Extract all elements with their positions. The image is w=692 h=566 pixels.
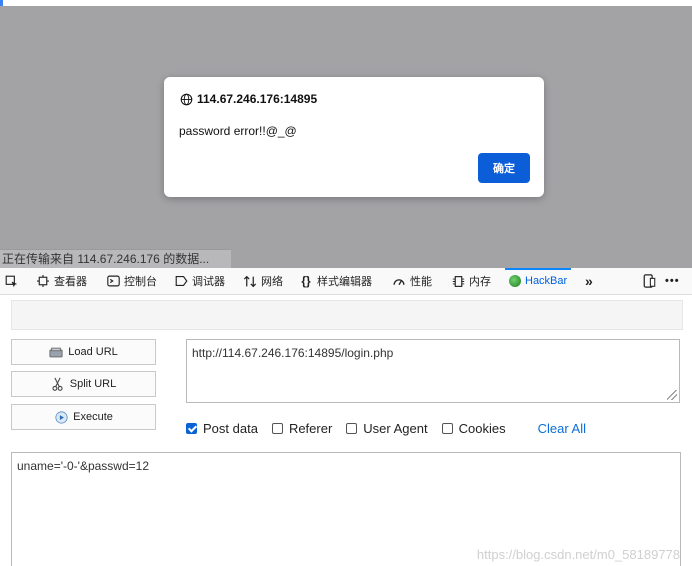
memory-icon (451, 274, 465, 288)
more-tabs-icon[interactable]: » (585, 268, 593, 294)
clear-all-link[interactable]: Clear All (538, 421, 586, 436)
tab-label: 控制台 (124, 276, 157, 288)
devtools-toolbar: 查看器 控制台 调试器 网络 {} 样式编辑器 性能 内存 HackBar » … (0, 268, 692, 295)
checkbox-label: Post data (203, 420, 258, 436)
execute-button[interactable]: Execute (11, 404, 156, 430)
checkbox-label: User Agent (363, 420, 428, 436)
ok-button[interactable]: 确定 (478, 153, 530, 183)
checkbox-box (346, 422, 358, 434)
hackbar-menu-bar (11, 300, 683, 330)
globe-icon (179, 92, 193, 106)
tab-label: 性能 (410, 276, 432, 288)
performance-icon (392, 274, 406, 288)
tab-debugger[interactable]: 调试器 (174, 268, 225, 294)
checkbox-label: Referer (288, 420, 333, 436)
post-data-checkbox[interactable]: Post data (186, 421, 258, 436)
console-icon (106, 274, 120, 288)
load-url-button[interactable]: Load URL (11, 339, 156, 365)
post-data-value: uname='-0-'&passwd=12 (17, 459, 149, 473)
tab-label: 查看器 (54, 276, 87, 288)
checkbox-label: Cookies (458, 420, 506, 436)
status-bar: 正在传输来自 114.67.246.176 的数据... (0, 249, 232, 268)
hackbar-icon (509, 275, 521, 287)
options-row: Post data Referer User Agent Cookies Cle… (186, 419, 586, 437)
page-content-area: 114.67.246.176:14895 password error!!@_@… (0, 0, 692, 268)
page-top-strip (0, 0, 692, 6)
execute-label: Execute (73, 411, 113, 423)
dialog-origin: 114.67.246.176:14895 (179, 92, 317, 106)
watermark: https://blog.csdn.net/m0_58189778 (476, 547, 680, 562)
responsive-mode-icon[interactable] (643, 268, 656, 294)
user-agent-checkbox[interactable]: User Agent (346, 420, 428, 436)
alert-dialog: 114.67.246.176:14895 password error!!@_@… (164, 77, 544, 197)
split-url-label: Split URL (69, 378, 117, 390)
tab-console[interactable]: 控制台 (106, 268, 157, 294)
load-icon (49, 345, 63, 359)
scissors-icon (51, 377, 65, 391)
dialog-origin-text: 114.67.246.176:14895 (197, 92, 318, 106)
tab-memory[interactable]: 内存 (451, 268, 491, 294)
checkbox-box (271, 422, 283, 434)
cookies-checkbox[interactable]: Cookies (441, 420, 506, 436)
network-icon (243, 274, 257, 288)
hackbar-panel: Load URL Split URL Execute http://114.67… (0, 295, 692, 566)
tab-label: 调试器 (192, 276, 225, 288)
tab-inspector[interactable]: 查看器 (36, 268, 87, 294)
play-icon (54, 410, 68, 424)
tab-label: 内存 (469, 276, 491, 288)
tab-hackbar[interactable]: HackBar (504, 268, 572, 294)
tab-label: 网络 (261, 276, 283, 288)
pick-element-icon[interactable] (5, 268, 18, 294)
tab-label: 样式编辑器 (317, 276, 372, 288)
checkbox-box (186, 422, 197, 434)
load-url-label: Load URL (68, 346, 118, 358)
more-options-icon[interactable]: ••• (665, 268, 680, 294)
tab-style-editor[interactable]: {} 样式编辑器 (299, 268, 372, 294)
dialog-message: password error!!@_@ (179, 124, 297, 138)
tab-network[interactable]: 网络 (243, 268, 283, 294)
tab-label: HackBar (525, 275, 568, 287)
debugger-icon (174, 274, 188, 288)
split-url-button[interactable]: Split URL (11, 371, 156, 397)
url-textarea[interactable]: http://114.67.246.176:14895/login.php (186, 339, 680, 403)
inspector-icon (36, 274, 50, 288)
referer-checkbox[interactable]: Referer (271, 420, 333, 436)
style-editor-icon: {} (301, 274, 311, 288)
resize-grip[interactable] (667, 390, 677, 400)
url-value: http://114.67.246.176:14895/login.php (192, 346, 394, 360)
checkbox-box (441, 422, 453, 434)
tab-performance[interactable]: 性能 (392, 268, 432, 294)
